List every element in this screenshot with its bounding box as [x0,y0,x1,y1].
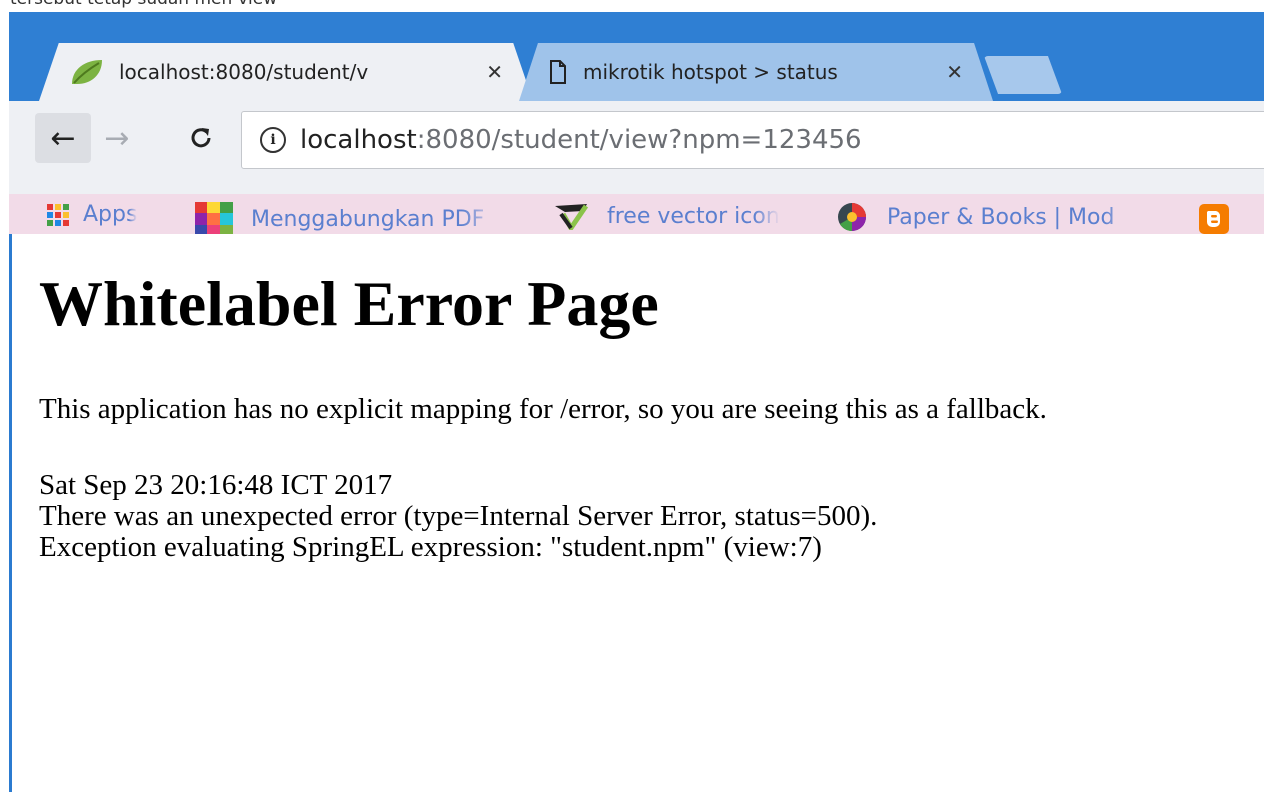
error-details: Sat Sep 23 20:16:48 ICT 2017 There was a… [39,470,877,563]
bookmark-paper-books[interactable]: Paper & Books | Mod [837,202,1142,232]
tab-title: mikrotik hotspot > status [583,60,838,84]
bookmark-blogger[interactable] [1199,204,1229,234]
info-icon[interactable]: i [260,127,286,153]
forward-button[interactable]: → [89,113,145,163]
tab-localhost[interactable]: localhost:8080/student/v ✕ [39,43,533,101]
url-host: localhost [300,125,417,155]
url-path: :8080/student/view?npm=123456 [416,125,862,155]
intro-text: This application has no explicit mapping… [39,393,1047,425]
reload-icon [191,128,211,148]
reload-button[interactable] [173,113,229,163]
toolbar: ← → i localhost:8080/student/view?npm=12… [9,101,1264,194]
globe-colorful-icon [838,203,866,231]
cropped-caption: tersebut tetap sudah meñ-view [0,0,1264,12]
vector-check-icon [555,204,589,230]
back-button[interactable]: ← [35,113,91,163]
new-tab-button[interactable] [984,56,1062,94]
tab-strip: localhost:8080/student/v ✕ mikrotik hots… [9,12,1264,101]
apps-grid-icon [47,203,69,226]
error-type-status: There was an unexpected error (type=Inte… [39,500,878,532]
bookmark-free-vector[interactable]: free vector icon [553,202,780,230]
caption-text: tersebut tetap sudah meñ-view [10,0,277,9]
tab-mikrotik[interactable]: mikrotik hotspot > status ✕ [519,43,993,101]
page-title: Whitelabel Error Page [39,268,659,339]
error-exception: Exception evaluating SpringEL expression… [39,531,822,563]
blogger-icon [1199,204,1229,234]
close-tab-icon[interactable]: ✕ [946,60,963,84]
color-grid-icon [195,202,233,236]
error-timestamp: Sat Sep 23 20:16:48 ICT 2017 [39,469,393,501]
address-bar[interactable]: i localhost:8080/student/view?npm=123456 [241,111,1264,169]
bookmark-apps[interactable]: Apps [47,202,137,227]
spring-leaf-icon [69,57,105,87]
bookmark-label: free vector icon [607,203,780,229]
bookmark-label: Apps [83,202,138,227]
document-icon [549,60,567,84]
tab-title: localhost:8080/student/v [119,60,369,84]
bookmark-pdf[interactable]: Menggabungkan PDF [195,202,499,236]
bookmark-label: Paper & Books | Mod [887,204,1115,230]
close-tab-icon[interactable]: ✕ [486,60,503,84]
bookmark-label: Menggabungkan PDF [251,206,485,232]
page-content: Whitelabel Error Page This application h… [9,234,1264,792]
